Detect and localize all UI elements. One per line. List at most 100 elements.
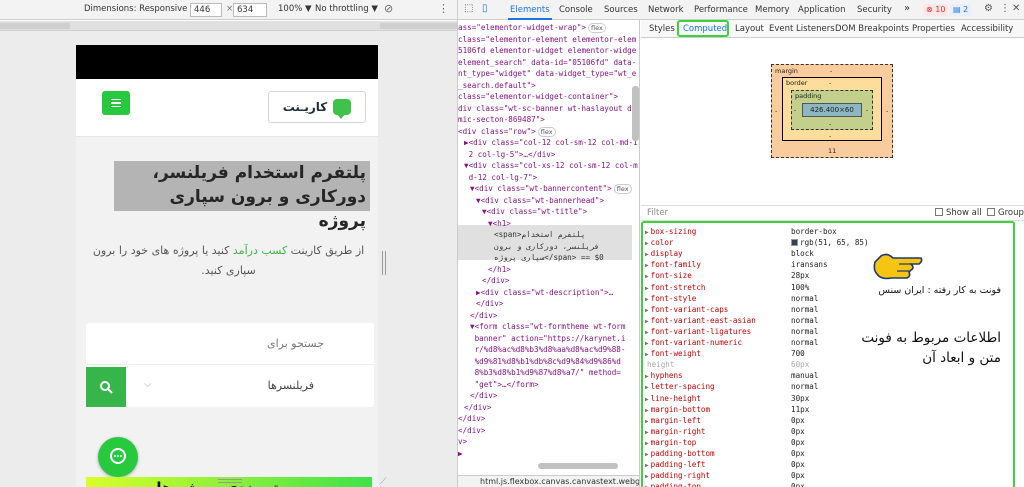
dom-line[interactable]: div class="wt-sc-banner wt-haslayout dy xyxy=(458,103,636,115)
dom-line[interactable]: class="elementor-widget-container"> xyxy=(458,91,618,103)
settings-gear-icon[interactable]: ⚙ xyxy=(984,3,993,14)
error-badge[interactable]: ⊗ 10 xyxy=(923,4,949,16)
dom-line[interactable]: فریلنسر، دورکاری و برون xyxy=(494,241,599,253)
tab-properties[interactable]: Properties xyxy=(912,24,955,34)
tab-styles[interactable]: Styles xyxy=(649,24,675,34)
padding-right-value: - xyxy=(866,106,869,114)
tab-application[interactable]: Application xyxy=(798,5,846,15)
chat-button[interactable] xyxy=(98,437,138,477)
tab-memory[interactable]: Memory xyxy=(755,5,790,15)
tab-sources[interactable]: Sources xyxy=(604,5,638,15)
dom-line[interactable]: %d9%81%d8%b1%db%8c%d9%84%d9%86%d xyxy=(470,356,621,368)
dom-line[interactable]: ▼<div class="wt-bannerhead"> xyxy=(476,195,604,207)
tab-event-listeners[interactable]: Event Listeners xyxy=(769,24,835,34)
throttle-dropdown[interactable]: No throttling ▼ xyxy=(315,4,378,14)
dom-line[interactable]: class="elementor-element elementor-elem xyxy=(458,34,636,46)
devtools-menu-icon[interactable]: ⋮ xyxy=(1000,3,1010,14)
dom-line[interactable]: d-12 col-lg-7"> xyxy=(464,172,538,184)
dom-line[interactable]: ▼<div class="wt-title"> xyxy=(482,206,587,218)
search-input[interactable]: جستجو برای xyxy=(86,323,374,365)
dom-line[interactable]: mic-secton-869487"> xyxy=(458,114,545,126)
box-model-content[interactable]: 426.400×60 xyxy=(802,103,862,117)
group-checkbox[interactable]: Group xyxy=(987,208,1024,218)
dom-line[interactable]: 8%b3%d8%b1%d9%87%d8%a7/" method= xyxy=(470,367,621,379)
tab-security[interactable]: Security xyxy=(857,5,892,15)
dom-line[interactable]: </div> xyxy=(470,390,497,402)
dom-line[interactable]: element_search" data-id="05106fd" data- xyxy=(458,57,636,69)
more-tabs-button[interactable]: » xyxy=(904,3,910,14)
dom-line[interactable]: ass="elementor-widget-wrap"> flex xyxy=(458,22,606,34)
dom-line[interactable]: ▶<div class="col-12 col-sm-12 col-md-1 xyxy=(464,137,638,149)
tab-network[interactable]: Network xyxy=(648,5,684,15)
dom-line[interactable]: </h1> xyxy=(488,264,511,276)
horizontal-scrollbar[interactable] xyxy=(538,463,618,469)
search-form: جستجو برای فریلنسرها ⌵ xyxy=(86,323,374,407)
flex-badge[interactable]: flex xyxy=(537,126,556,137)
height-input[interactable]: 634 xyxy=(233,3,267,17)
resize-corner-icon[interactable]: ⟋ xyxy=(380,477,386,487)
flex-badge[interactable]: flex xyxy=(588,23,606,33)
dom-line[interactable]: </div> xyxy=(464,402,491,414)
dom-line[interactable]: nt_type="widget" data-widget_type="wt_e xyxy=(458,68,636,80)
info-count: 2 xyxy=(963,5,969,14)
menu-button[interactable] xyxy=(102,91,130,115)
dom-line[interactable]: سپاری پروژه</span> == $0 xyxy=(494,252,604,264)
dom-line[interactable]: </div> xyxy=(470,310,497,322)
dom-line[interactable]: ▶ xyxy=(458,448,463,460)
more-options-icon[interactable]: ⋮ xyxy=(438,2,449,15)
dom-line[interactable]: </div> xyxy=(482,275,509,287)
chat-icon xyxy=(110,448,126,464)
dom-line[interactable]: ▼<div class="col-xs-12 col-sm-12 col-m xyxy=(464,160,638,172)
dom-breadcrumb[interactable]: html.js.flexbox.canvas.canvastext.webgl xyxy=(458,475,639,487)
dom-line[interactable]: v> xyxy=(458,436,467,448)
tab-performance[interactable]: Performance xyxy=(694,5,748,15)
styles-pane: Styles Computed Layout Event Listeners D… xyxy=(641,20,1024,487)
site-logo[interactable]: کاریـنت xyxy=(268,91,366,123)
resize-handle-right[interactable] xyxy=(382,251,386,275)
search-button[interactable] xyxy=(86,367,126,407)
dimensions-dropdown[interactable]: Dimensions: Responsive ▼ xyxy=(84,4,197,14)
dom-line[interactable]: 5106fd elementor-widget elementor-widge xyxy=(458,45,636,57)
earn-money-link[interactable]: کسب درآمد xyxy=(233,244,287,257)
tab-accessibility[interactable]: Accessibility xyxy=(961,24,1013,34)
rotate-icon[interactable]: ⊘ xyxy=(384,2,393,15)
dom-line[interactable]: ▼<form class="wt-formtheme wt-form xyxy=(470,321,625,333)
dom-line[interactable]: <span>پلتفرم استخدام xyxy=(494,229,585,241)
category-select[interactable]: فریلنسرها xyxy=(126,367,374,407)
vertical-scrollbar[interactable] xyxy=(632,86,639,141)
inspect-element-icon[interactable]: ⬚ xyxy=(464,3,473,14)
dom-line[interactable]: 2 col-lg-5">…</div> xyxy=(464,149,556,161)
padding-left-value: - xyxy=(794,106,797,114)
dom-line[interactable]: _search.default"> xyxy=(458,80,536,92)
dom-line[interactable]: r/%d8%ac%d8%b3%d8%aa%d8%ac%d9%88- xyxy=(470,344,626,356)
dom-line[interactable]: <div class="row"> flex xyxy=(458,126,556,138)
devtools-tabbar: ⬚ ▯ Elements Console Sources Network Per… xyxy=(458,0,1024,20)
info-badge[interactable]: ▤ 2 xyxy=(950,4,972,16)
dom-line[interactable]: </div> xyxy=(476,298,503,310)
dom-line[interactable]: ▼<h1> xyxy=(488,218,511,230)
media-query-bar[interactable] xyxy=(0,21,457,31)
tab-elements[interactable]: Elements xyxy=(510,5,550,15)
dom-line[interactable]: "get">…</form> xyxy=(470,379,539,391)
dom-line[interactable]: ▶<div class="wt-description">… xyxy=(476,287,613,299)
tab-dom-breakpoints[interactable]: DOM Breakpoints xyxy=(835,24,909,34)
device-toggle-icon[interactable]: ▯ xyxy=(482,3,488,14)
close-icon[interactable]: ✕ xyxy=(1012,3,1020,14)
dom-line[interactable]: banner" action="https://karynet.i xyxy=(470,333,626,345)
show-all-checkbox[interactable]: Show all xyxy=(935,208,982,218)
margin-top-value: - xyxy=(830,67,833,75)
tab-console[interactable]: Console xyxy=(559,5,593,15)
show-all-label: Show all xyxy=(946,208,982,218)
dom-line[interactable]: ▼<div class="wt-bannercontent"> flex xyxy=(470,183,632,195)
padding-bottom-value: - xyxy=(829,120,832,128)
logo-text: کاریـنت xyxy=(282,100,328,114)
dom-line[interactable]: </div> xyxy=(458,413,485,425)
width-input[interactable]: 446 xyxy=(190,3,222,17)
resize-handle-bottom[interactable] xyxy=(218,479,242,483)
filter-input[interactable]: Filter xyxy=(647,208,668,218)
padding-label: padding xyxy=(795,92,822,100)
tab-layout[interactable]: Layout xyxy=(735,24,764,34)
dom-line[interactable]: </div> xyxy=(458,425,485,437)
zoom-dropdown[interactable]: 100% ▼ xyxy=(278,4,312,14)
flex-badge[interactable]: flex xyxy=(613,184,632,194)
